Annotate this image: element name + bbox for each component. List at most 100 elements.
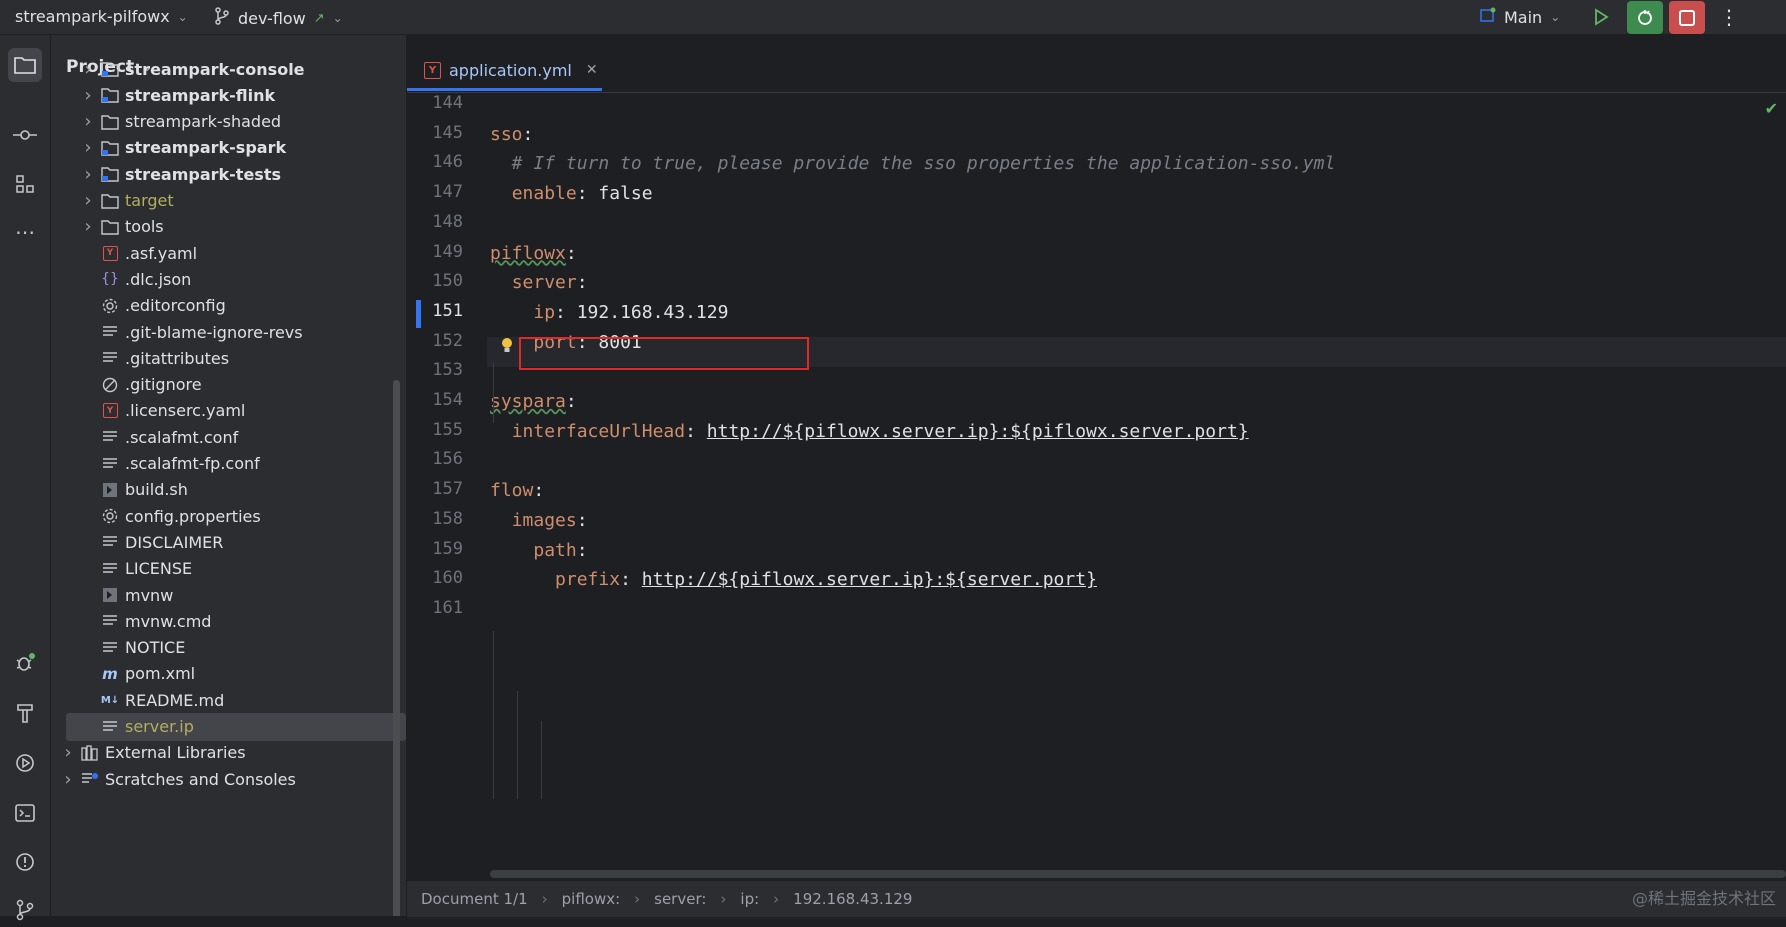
annotation-highlight-box [519, 337, 809, 370]
tree-item[interactable]: build.sh [51, 476, 406, 504]
tree-item[interactable]: › streampark-console [51, 55, 406, 83]
code-line[interactable]: piflowx: [490, 240, 577, 268]
json-file-icon: {} [101, 271, 119, 288]
structure-tool-icon[interactable] [8, 167, 42, 201]
stop-button[interactable] [1669, 1, 1705, 34]
code-token: : [565, 391, 577, 412]
tree-item[interactable]: mvnw.cmd [51, 607, 406, 635]
commit-tool-icon[interactable] [8, 118, 42, 152]
breadcrumb-item[interactable]: piflowx: [562, 890, 621, 908]
tab-application-yml[interactable]: Y application.yml ✕ [407, 49, 602, 91]
code-line[interactable]: server: [490, 269, 588, 297]
chevron-right-icon[interactable]: › [61, 742, 75, 763]
tree-item[interactable]: m pom.xml [51, 660, 406, 688]
tree-item[interactable]: .scalafmt.conf [51, 423, 406, 451]
problems-tool-icon[interactable] [8, 845, 42, 879]
shell-script-icon [101, 481, 119, 499]
chevron-right-icon[interactable]: › [81, 111, 95, 132]
breadcrumb-item[interactable]: ip: [740, 890, 759, 908]
tree-item[interactable]: › streampark-flink [51, 81, 406, 109]
more-tools-icon[interactable]: ⋯ [8, 215, 42, 249]
code-line[interactable]: prefix: http://${piflowx.server.ip}:${se… [490, 566, 1097, 594]
tree-item[interactable]: .editorconfig [51, 292, 406, 320]
tree-item[interactable]: Y .asf.yaml [51, 239, 406, 267]
tree-item[interactable]: config.properties [51, 502, 406, 530]
tree-item[interactable]: .git-blame-ignore-revs [51, 318, 406, 346]
tree-item[interactable]: › streampark-tests [51, 160, 406, 188]
tree-item[interactable]: › tools [51, 213, 406, 241]
tree-item[interactable]: › streampark-spark [51, 134, 406, 162]
tree-item[interactable]: .scalafmt-fp.conf [51, 450, 406, 478]
code-line[interactable]: sso: [490, 121, 533, 149]
terminal-tool-icon[interactable] [8, 796, 42, 830]
tree-item-label: target [125, 191, 174, 210]
tree-item[interactable]: › target [51, 187, 406, 215]
tree-item[interactable]: .gitignore [51, 371, 406, 399]
run-config-selector[interactable]: Main ⌄ [1480, 7, 1560, 27]
git-tool-icon[interactable] [8, 893, 42, 927]
line-number: 147 [432, 182, 463, 203]
tree-item-label: mvnw.cmd [125, 611, 212, 631]
tree-item[interactable]: server.ip [66, 712, 406, 741]
tree-item[interactable]: LICENSE [51, 555, 406, 583]
debug-tool-icon[interactable] [8, 646, 42, 680]
code-line[interactable]: path: [490, 537, 587, 565]
project-scrollbar[interactable] [393, 380, 400, 916]
chevron-right-icon[interactable]: › [81, 59, 95, 80]
project-tool-icon[interactable] [8, 48, 42, 82]
tree-item[interactable]: .gitattributes [51, 344, 406, 372]
chevron-right-icon[interactable]: › [81, 85, 95, 106]
chevron-right-icon[interactable]: › [81, 137, 95, 158]
tree-item-label: .editorconfig [125, 296, 226, 316]
line-number: 146 [432, 152, 463, 173]
tree-item-label: tools [125, 217, 164, 237]
tree-item-label: Scratches and Consoles [105, 769, 296, 789]
code-line[interactable]: interfaceUrlHead: http://${piflowx.serve… [490, 418, 1249, 446]
text-file-icon [101, 349, 119, 367]
tree-item[interactable]: NOTICE [51, 634, 406, 662]
tree-item-label: NOTICE [125, 638, 186, 658]
horizontal-scrollbar[interactable] [490, 870, 1786, 878]
more-actions-icon[interactable]: ⋮ [1718, 5, 1740, 29]
application-icon [1480, 7, 1496, 27]
folder-icon [101, 218, 119, 236]
project-switcher[interactable]: streampark-pilfowx ⌄ [15, 7, 188, 26]
build-tool-icon[interactable] [8, 696, 42, 730]
chevron-right-icon[interactable]: › [81, 164, 95, 185]
tree-item-label: .licenserc.yaml [125, 401, 246, 421]
code-line[interactable]: images: [490, 507, 588, 535]
services-tool-icon[interactable] [8, 746, 42, 780]
lightbulb-icon[interactable] [500, 337, 514, 359]
chevron-right-icon[interactable]: › [81, 216, 95, 237]
tree-item[interactable]: Y .licenserc.yaml [51, 397, 406, 425]
code-line[interactable]: enable: false [490, 180, 653, 208]
tree-item[interactable]: {} .dlc.json [51, 265, 406, 293]
breadcrumb-item[interactable]: 192.168.43.129 [793, 890, 912, 908]
tree-item[interactable]: mvnw [51, 581, 406, 609]
tree-item[interactable]: › Scratches and Consoles [51, 765, 401, 793]
branch-switcher[interactable]: dev-flow ↗ ⌄ [214, 7, 343, 29]
tree-item[interactable]: › streampark-shaded [51, 108, 406, 136]
code-line[interactable]: syspara: [490, 388, 577, 416]
debug-rerun-button[interactable] [1627, 1, 1663, 34]
tree-item-label: README.md [125, 690, 225, 710]
tree-item[interactable]: DISCLAIMER [51, 528, 406, 556]
line-number: 144 [432, 93, 463, 113]
code-token: : [533, 480, 545, 502]
config-file-icon [101, 507, 119, 525]
text-file-icon [101, 428, 119, 446]
code-editor[interactable]: 144 145 146 147 148 149 150 151 152 153 154 155 156 1… [407, 93, 1786, 880]
chevron-right-icon[interactable]: › [61, 769, 75, 790]
tree-item[interactable]: M↓ README.md [51, 686, 406, 714]
no-problems-check-icon[interactable]: ✔ [1765, 99, 1778, 118]
chevron-right-icon[interactable]: › [81, 190, 95, 211]
code-line[interactable]: # If turn to true, please provide the ss… [490, 150, 1336, 178]
code-line[interactable]: ip: 192.168.43.129 [490, 299, 728, 327]
close-icon[interactable]: ✕ [586, 62, 598, 78]
document-indicator[interactable]: Document 1/1 [421, 890, 528, 908]
breadcrumb-item[interactable]: server: [654, 890, 706, 908]
run-button[interactable] [1590, 6, 1612, 28]
code-line[interactable]: flow: [490, 477, 544, 505]
tree-item[interactable]: › External Libraries [51, 739, 401, 767]
